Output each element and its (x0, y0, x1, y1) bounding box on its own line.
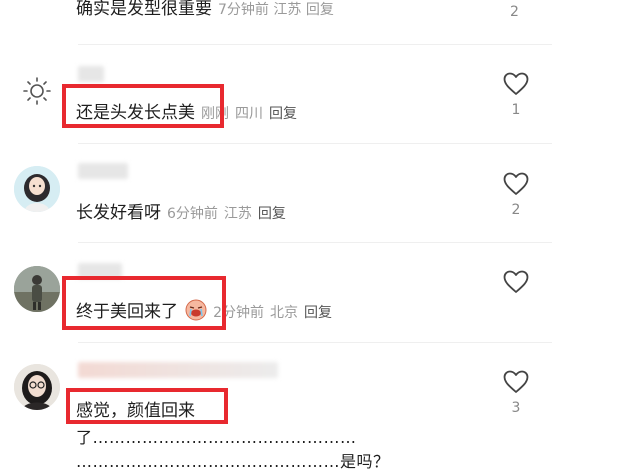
comment-text-continuation: …………………………………………是吗？ (76, 452, 390, 471)
comment-location: 北京 (270, 305, 299, 321)
comment-text: 终于美回来了 (76, 302, 178, 322)
comment-text-0: 确实是发型很重要 7分钟前 江苏 回复 (76, 0, 334, 19)
like-button[interactable]: 2 (502, 172, 530, 218)
divider (78, 143, 552, 144)
username-blurred[interactable] (78, 362, 278, 378)
like-button[interactable]: 3 (502, 370, 530, 416)
person-photo-avatar-icon (14, 266, 60, 312)
reply-button[interactable]: 回复 (269, 106, 297, 122)
reply-button[interactable]: 回复 (306, 2, 334, 18)
crying-face-emoji (185, 299, 207, 325)
username-blurred[interactable] (78, 263, 122, 279)
comment-3: 终于美回来了 2分钟前 北京 回复 (76, 297, 338, 325)
comment-4: 感觉，颜值回来 (76, 396, 195, 421)
comment-location: 江苏 (273, 2, 302, 18)
comment-text: 长发好看呀 (76, 203, 161, 223)
like-count: 1 (511, 102, 521, 118)
comment-location: 四川 (235, 106, 263, 122)
comment-text: 还是头发长点美 (76, 103, 195, 123)
heart-outline-icon (503, 270, 529, 293)
comment-text: 感觉，颜值回来 (76, 401, 195, 421)
avatar[interactable] (14, 364, 60, 410)
comment-time: 2分钟前 (213, 305, 265, 321)
comment-time: 刚刚 (201, 106, 229, 122)
comment-1: 还是头发长点美 刚刚 四川 回复 (76, 98, 303, 123)
avatar[interactable] (14, 68, 60, 114)
reply-button[interactable]: 回复 (258, 206, 286, 222)
like-count: 2 (510, 4, 519, 20)
avatar[interactable] (14, 166, 60, 212)
comment-text-continuation: 了………………………………………… (76, 428, 357, 447)
like-button[interactable] (502, 270, 530, 300)
comment-list: 确实是发型很重要7分钟前 江苏 回复 2 还是头发长点美刚刚四川回复 1 (0, 0, 640, 473)
like-count: 3 (511, 400, 521, 416)
comment-time: 6分钟前 (167, 206, 218, 222)
divider (78, 342, 552, 343)
divider (78, 44, 552, 45)
comment-time: 7分钟前 (218, 2, 269, 18)
like-count: 2 (511, 202, 521, 218)
username-blurred[interactable] (78, 66, 104, 82)
reply-button[interactable]: 回复 (304, 305, 332, 321)
divider (78, 242, 552, 243)
heart-outline-icon (503, 370, 529, 393)
comment-location: 江苏 (223, 206, 252, 222)
heart-outline-icon (503, 172, 529, 195)
woman-photo-avatar-icon (14, 364, 60, 410)
username-blurred[interactable] (78, 163, 128, 179)
like-button[interactable]: 1 (502, 72, 530, 118)
comment-2: 长发好看呀 6分钟前 江苏 回复 (76, 198, 292, 223)
heart-outline-icon (503, 72, 529, 95)
girl-avatar-icon (14, 166, 60, 212)
sun-avatar-icon (23, 77, 51, 105)
avatar[interactable] (14, 266, 60, 312)
